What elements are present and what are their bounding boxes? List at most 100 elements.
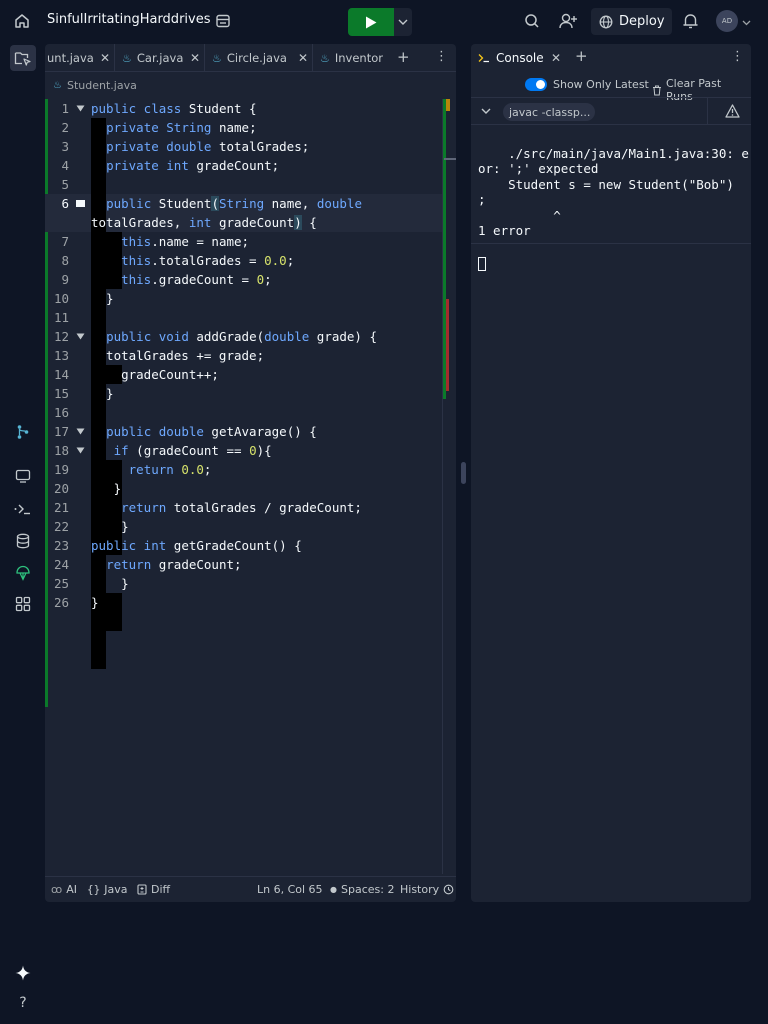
code-line: 20 } bbox=[45, 479, 442, 498]
code-line: 23 public int getGradeCount() { bbox=[45, 536, 442, 555]
code-line: 1 public class Student { bbox=[45, 99, 442, 118]
line-number: 15 bbox=[53, 386, 69, 401]
diff-button[interactable]: Diff bbox=[137, 883, 170, 896]
run-button[interactable] bbox=[348, 8, 394, 36]
sparkle-icon[interactable] bbox=[10, 960, 36, 986]
code-line: 25 } bbox=[45, 574, 442, 593]
line-number: 8 bbox=[61, 253, 69, 268]
line-number: 9 bbox=[61, 272, 69, 287]
help-icon[interactable]: ? bbox=[10, 990, 36, 1016]
show-only-latest-toggle[interactable] bbox=[525, 78, 547, 91]
code-line: 7 this.name = name; bbox=[45, 232, 442, 251]
history-label: History bbox=[400, 883, 440, 896]
bell-icon[interactable] bbox=[682, 12, 699, 30]
run-options-dropdown[interactable] bbox=[394, 8, 412, 36]
line-number: 11 bbox=[53, 310, 69, 325]
line-number: 14 bbox=[53, 367, 69, 382]
editor-scrollbar[interactable] bbox=[442, 99, 456, 874]
close-icon[interactable]: ✕ bbox=[190, 51, 204, 65]
ai-button[interactable]: ꝏ AI bbox=[51, 883, 77, 896]
code-line: 18 if (gradeCount == 0){ bbox=[45, 441, 442, 460]
home-icon[interactable] bbox=[13, 12, 31, 30]
line-number: 12 bbox=[53, 329, 69, 344]
spaces-label: Spaces: 2 bbox=[340, 883, 395, 896]
chevron-down-icon[interactable] bbox=[481, 108, 491, 115]
console-cursor[interactable] bbox=[478, 255, 746, 271]
chevron-down-icon[interactable] bbox=[76, 333, 85, 340]
console-output-text: ./src/main/java/Main1.java:30: err or: '… bbox=[478, 145, 751, 239]
breadcrumb-file[interactable]: Student.java bbox=[67, 79, 137, 92]
language-button[interactable]: {} Java bbox=[87, 883, 128, 896]
tab-car[interactable]: ♨ Car.java ✕ bbox=[115, 44, 205, 72]
plus-icon[interactable]: + bbox=[575, 47, 588, 65]
console-toolbar: Show Only Latest Clear Past Runs bbox=[471, 74, 751, 103]
git-icon[interactable] bbox=[10, 419, 36, 445]
monitor-icon[interactable] bbox=[10, 463, 36, 489]
tab-label: Circle.java bbox=[226, 51, 287, 65]
chevron-down-icon[interactable] bbox=[76, 105, 85, 112]
line-number: 4 bbox=[61, 158, 69, 173]
code-line: 4 private int gradeCount; bbox=[45, 156, 442, 175]
java-icon: ♨ bbox=[53, 79, 62, 91]
code-area[interactable]: 1 public class Student { 2 private String… bbox=[45, 99, 456, 874]
java-icon: ♨ bbox=[212, 51, 222, 65]
add-user-icon[interactable] bbox=[558, 12, 578, 30]
close-icon[interactable]: ✕ bbox=[551, 51, 561, 65]
chevron-down-icon[interactable] bbox=[742, 16, 751, 26]
tab-account[interactable]: unt.java ✕ bbox=[45, 44, 115, 72]
divider bbox=[471, 243, 751, 244]
package-icon[interactable] bbox=[10, 560, 36, 586]
spaces-button[interactable]: ● Spaces: 2 bbox=[330, 883, 394, 896]
more-icon[interactable]: ⋮ bbox=[435, 49, 448, 64]
code-line: 2 private String name; bbox=[45, 118, 442, 137]
scroll-thumb[interactable] bbox=[444, 158, 456, 160]
search-icon[interactable] bbox=[524, 13, 540, 29]
code-line: totalGrades, int gradeCount) { bbox=[91, 215, 317, 230]
cursor-position[interactable]: Ln 6, Col 65 bbox=[257, 883, 323, 896]
avatar[interactable]: AD bbox=[716, 10, 738, 32]
line-number: 16 bbox=[53, 405, 69, 420]
run-command-row: javac -classp... bbox=[471, 97, 751, 125]
console-tabs: Console ✕ + ⋮ bbox=[471, 44, 751, 72]
chevron-down-icon[interactable] bbox=[76, 428, 85, 435]
tab-circle[interactable]: ♨ Circle.java ✕ bbox=[205, 44, 313, 72]
repl-title[interactable]: SinfulIrritatingHarddrives bbox=[47, 12, 210, 27]
close-icon[interactable]: ✕ bbox=[298, 51, 312, 65]
line-number: 23 bbox=[53, 538, 69, 553]
language-label: Java bbox=[104, 883, 128, 896]
code-line: 16 bbox=[45, 403, 442, 422]
line-number: 3 bbox=[61, 139, 69, 154]
line-number: 25 bbox=[53, 576, 69, 591]
terminal-icon[interactable] bbox=[10, 496, 36, 522]
deploy-button[interactable]: Deploy bbox=[591, 8, 672, 35]
code-line: 24 return gradeCount; bbox=[45, 555, 442, 574]
code-line: 8 this.totalGrades = 0.0; bbox=[45, 251, 442, 270]
code-line: 15 } bbox=[45, 384, 442, 403]
play-icon bbox=[366, 16, 377, 28]
command-pill[interactable]: javac -classp... bbox=[503, 103, 595, 121]
fold-marker[interactable] bbox=[76, 200, 85, 207]
deploy-label: Deploy bbox=[619, 14, 665, 29]
apps-icon[interactable] bbox=[10, 591, 36, 617]
tab-console[interactable]: Console ✕ bbox=[471, 44, 567, 72]
chevron-down-icon[interactable] bbox=[76, 447, 85, 454]
list-icon[interactable] bbox=[215, 13, 231, 29]
pane-resize-handle[interactable] bbox=[461, 462, 466, 484]
plus-icon[interactable]: + bbox=[397, 48, 410, 66]
tab-inventory[interactable]: ♨ Inventor bbox=[313, 44, 389, 72]
chevron-down-icon bbox=[398, 19, 408, 25]
code-line: 22 } bbox=[45, 517, 442, 536]
history-button[interactable]: History bbox=[400, 883, 454, 896]
close-icon[interactable]: ✕ bbox=[100, 51, 114, 65]
java-icon: ♨ bbox=[122, 51, 132, 65]
code-line: 19 return 0.0; bbox=[45, 460, 442, 479]
files-icon[interactable] bbox=[10, 45, 36, 71]
braces-icon: {} bbox=[87, 883, 101, 896]
line-number: 22 bbox=[53, 519, 69, 534]
database-icon[interactable] bbox=[10, 528, 36, 554]
globe-icon bbox=[599, 15, 613, 28]
warning-icon[interactable] bbox=[725, 104, 740, 118]
show-only-latest-label: Show Only Latest bbox=[553, 78, 649, 91]
code-line: 14 gradeCount++; bbox=[45, 365, 442, 384]
more-icon[interactable]: ⋮ bbox=[731, 49, 744, 64]
